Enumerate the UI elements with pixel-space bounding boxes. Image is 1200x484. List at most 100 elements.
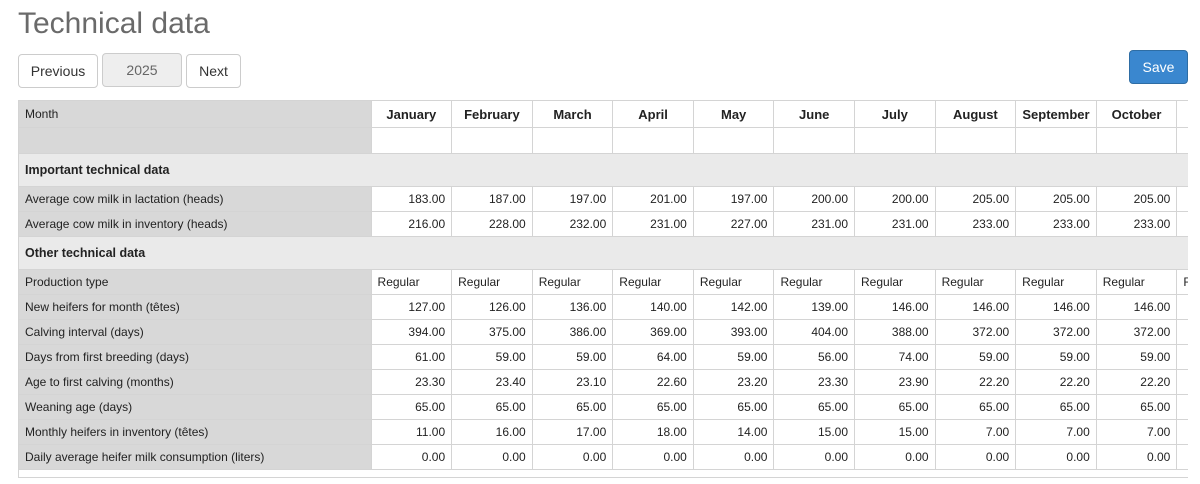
value-cell[interactable]: 142.00	[692, 294, 775, 320]
value-cell[interactable]: 74.00	[854, 344, 936, 370]
value-cell[interactable]: 59.00	[1095, 344, 1178, 370]
value-cell[interactable]	[1176, 211, 1188, 237]
value-cell[interactable]: 56.00	[773, 344, 856, 370]
value-cell[interactable]: Regular	[370, 269, 453, 295]
value-cell[interactable]: 369.00	[612, 319, 694, 345]
value-cell[interactable]: 7.00	[1095, 419, 1178, 445]
value-cell[interactable]: Re	[1176, 269, 1188, 295]
value-cell[interactable]	[1176, 419, 1188, 445]
value-cell[interactable]: 183.00	[370, 186, 453, 212]
value-cell[interactable]: 23.30	[773, 369, 856, 395]
value-cell[interactable]: 22.60	[612, 369, 694, 395]
value-cell[interactable]	[1176, 294, 1188, 320]
year-field[interactable]	[102, 53, 182, 87]
value-cell[interactable]: 23.30	[370, 369, 453, 395]
value-cell[interactable]: 388.00	[854, 319, 936, 345]
value-cell[interactable]: 65.00	[531, 394, 614, 420]
value-cell[interactable]: 0.00	[692, 444, 775, 470]
value-cell[interactable]: 136.00	[531, 294, 614, 320]
value-cell[interactable]	[1176, 394, 1188, 420]
value-cell[interactable]: 393.00	[692, 319, 775, 345]
value-cell[interactable]: 61.00	[370, 344, 453, 370]
value-cell[interactable]: 59.00	[451, 344, 533, 370]
value-cell[interactable]: 0.00	[773, 444, 856, 470]
value-cell[interactable]: 139.00	[773, 294, 856, 320]
value-cell[interactable]: 23.90	[854, 369, 936, 395]
value-cell[interactable]: 146.00	[1095, 294, 1178, 320]
value-cell[interactable]: 22.20	[1095, 369, 1178, 395]
value-cell[interactable]: 64.00	[612, 344, 694, 370]
value-cell[interactable]: 404.00	[773, 319, 856, 345]
value-cell[interactable]: 65.00	[773, 394, 856, 420]
value-cell[interactable]: 233.00	[1095, 211, 1178, 237]
value-cell[interactable]: 140.00	[612, 294, 694, 320]
value-cell[interactable]: Regular	[531, 269, 614, 295]
value-cell[interactable]: 205.00	[1095, 186, 1178, 212]
value-cell[interactable]: 232.00	[531, 211, 614, 237]
value-cell[interactable]: 372.00	[934, 319, 1017, 345]
value-cell[interactable]: 65.00	[451, 394, 533, 420]
value-cell[interactable]: Regular	[692, 269, 775, 295]
value-cell[interactable]: 65.00	[1095, 394, 1178, 420]
technical-data-table-container[interactable]: Month January February March April May June Ju…	[18, 100, 1188, 484]
value-cell[interactable]: 23.40	[451, 369, 533, 395]
value-cell[interactable]: 216.00	[370, 211, 453, 237]
value-cell[interactable]: 59.00	[1015, 344, 1097, 370]
value-cell[interactable]: 0.00	[451, 444, 533, 470]
value-cell[interactable]: 23.10	[531, 369, 614, 395]
value-cell[interactable]: 17.00	[531, 419, 614, 445]
value-cell[interactable]: 205.00	[1015, 186, 1097, 212]
value-cell[interactable]: 386.00	[531, 319, 614, 345]
value-cell[interactable]: 228.00	[451, 211, 533, 237]
value-cell[interactable]: 0.00	[1015, 444, 1097, 470]
value-cell[interactable]: 205.00	[934, 186, 1017, 212]
value-cell[interactable]: 231.00	[612, 211, 694, 237]
value-cell[interactable]: 187.00	[451, 186, 533, 212]
value-cell[interactable]: 16.00	[451, 419, 533, 445]
value-cell[interactable]	[1176, 444, 1188, 470]
value-cell[interactable]: Regular	[1095, 269, 1178, 295]
value-cell[interactable]: 0.00	[370, 444, 453, 470]
value-cell[interactable]: Regular	[934, 269, 1017, 295]
value-cell[interactable]: 65.00	[612, 394, 694, 420]
value-cell[interactable]: 59.00	[531, 344, 614, 370]
value-cell[interactable]: 0.00	[531, 444, 614, 470]
value-cell[interactable]: 372.00	[1015, 319, 1097, 345]
value-cell[interactable]: 0.00	[612, 444, 694, 470]
value-cell[interactable]: 65.00	[692, 394, 775, 420]
value-cell[interactable]: 14.00	[692, 419, 775, 445]
value-cell[interactable]	[1176, 186, 1188, 212]
value-cell[interactable]: 197.00	[692, 186, 775, 212]
value-cell[interactable]: 65.00	[370, 394, 453, 420]
value-cell[interactable]: 233.00	[934, 211, 1017, 237]
value-cell[interactable]: 65.00	[1015, 394, 1097, 420]
value-cell[interactable]: 15.00	[773, 419, 856, 445]
value-cell[interactable]: 200.00	[773, 186, 856, 212]
value-cell[interactable]: 127.00	[370, 294, 453, 320]
value-cell[interactable]: 146.00	[1015, 294, 1097, 320]
value-cell[interactable]: 0.00	[1095, 444, 1178, 470]
value-cell[interactable]: 65.00	[934, 394, 1017, 420]
value-cell[interactable]: 227.00	[692, 211, 775, 237]
value-cell[interactable]: 200.00	[854, 186, 936, 212]
value-cell[interactable]: 18.00	[612, 419, 694, 445]
value-cell[interactable]	[1176, 344, 1188, 370]
value-cell[interactable]: 372.00	[1095, 319, 1178, 345]
value-cell[interactable]: 22.20	[1015, 369, 1097, 395]
value-cell[interactable]: 23.20	[692, 369, 775, 395]
value-cell[interactable]: 231.00	[773, 211, 856, 237]
value-cell[interactable]: 394.00	[370, 319, 453, 345]
value-cell[interactable]: Regular	[612, 269, 694, 295]
value-cell[interactable]: 231.00	[854, 211, 936, 237]
value-cell[interactable]: 65.00	[854, 394, 936, 420]
value-cell[interactable]: 375.00	[451, 319, 533, 345]
value-cell[interactable]: 233.00	[1015, 211, 1097, 237]
value-cell[interactable]: 7.00	[934, 419, 1017, 445]
value-cell[interactable]: 59.00	[934, 344, 1017, 370]
value-cell[interactable]: 146.00	[934, 294, 1017, 320]
value-cell[interactable]: 0.00	[854, 444, 936, 470]
save-button[interactable]: Save	[1129, 50, 1188, 84]
value-cell[interactable]: 11.00	[370, 419, 453, 445]
value-cell[interactable]: 7.00	[1015, 419, 1097, 445]
value-cell[interactable]: 15.00	[854, 419, 936, 445]
